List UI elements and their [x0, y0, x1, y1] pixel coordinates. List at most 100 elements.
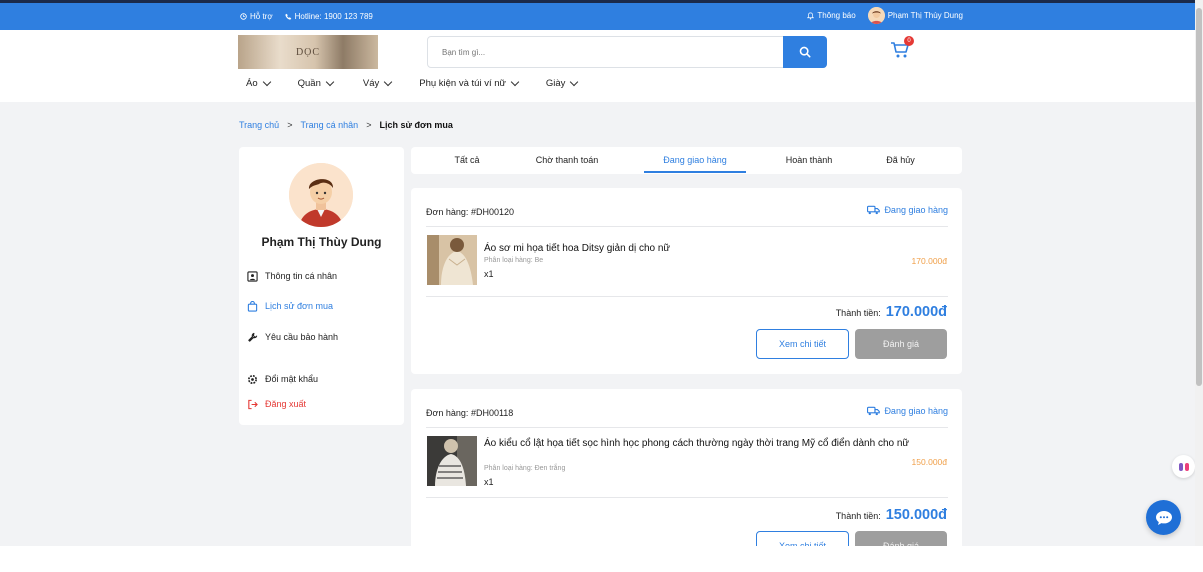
support-link[interactable]: Hỗ trợ: [240, 12, 273, 21]
breadcrumb-home[interactable]: Trang chủ: [239, 120, 279, 130]
breadcrumb: Trang chủ > Trang cá nhân > Lịch sử đơn …: [239, 120, 453, 130]
active-tab-indicator: [644, 171, 746, 173]
id-card-icon: [247, 270, 258, 282]
order-card: Đơn hàng: #DH00118 Đang giao hàng Áo kiể…: [411, 389, 962, 561]
hotline-link[interactable]: Hotline: 1900 123 789: [284, 12, 373, 21]
product-quantity: x1: [484, 477, 494, 487]
scrollbar-thumb[interactable]: [1196, 8, 1202, 386]
order-total: Thành tiền: 150.000đ: [836, 507, 947, 523]
product-variant: Phân loại hàng: Be: [484, 257, 544, 264]
order-status-label: Đang giao hàng: [884, 406, 948, 416]
product-price: 170.000đ: [911, 256, 947, 266]
breadcrumb-separator: >: [366, 120, 372, 130]
breadcrumb-profile[interactable]: Trang cá nhân: [300, 120, 358, 130]
divider: [426, 427, 948, 428]
breadcrumb-current: Lịch sử đơn mua: [379, 120, 453, 130]
support-label: Hỗ trợ: [250, 12, 273, 21]
avatar: [867, 7, 885, 24]
nav-item-giay[interactable]: Giày: [545, 77, 579, 89]
chat-button[interactable]: [1146, 500, 1181, 535]
search-button[interactable]: [783, 36, 827, 68]
nav-item-label: Giày: [545, 78, 566, 89]
clock-icon: [240, 13, 247, 20]
chevron-down-icon: [510, 77, 520, 87]
page: Hỗ trợ Hotline: 1900 123 789 Thông báo P…: [0, 0, 1203, 572]
tab-cancelled[interactable]: Đã hủy: [873, 155, 928, 165]
truck-icon: [867, 205, 881, 215]
hotline-label: Hotline: 1900 123 789: [294, 12, 373, 21]
nav-item-label: Áo: [246, 78, 258, 89]
sidebar-item-order-history[interactable]: Lịch sử đơn mua: [247, 299, 333, 313]
notifications-link[interactable]: Thông báo: [807, 11, 856, 20]
chevron-down-icon: [570, 77, 579, 87]
product-image[interactable]: [427, 436, 477, 486]
product-name[interactable]: Áo sơ mi họa tiết hoa Ditsy giản dị cho …: [484, 243, 670, 254]
nav-item-label: Quần: [297, 78, 321, 89]
total-value: 170.000đ: [885, 304, 947, 320]
breadcrumb-separator: >: [287, 120, 293, 130]
shopping-bag-icon: [247, 300, 258, 312]
tab-shipping[interactable]: Đang giao hàng: [644, 155, 746, 165]
order-status-tabs: Tất cả Chờ thanh toán Đang giao hàng Hoà…: [411, 147, 962, 174]
sidebar-item-label: Lịch sử đơn mua: [265, 301, 333, 311]
rate-button[interactable]: Đánh giá: [855, 329, 947, 359]
tab-awaiting-payment[interactable]: Chờ thanh toán: [521, 155, 613, 165]
wrench-icon: [247, 332, 258, 343]
nav-item-ao[interactable]: Áo: [246, 77, 271, 89]
main-nav: Áo Quần Váy Phụ kiện và túi ví nữ Giày: [246, 77, 605, 89]
top-bar: Hỗ trợ Hotline: 1900 123 789 Thông báo P…: [0, 0, 1195, 30]
account-sidebar: Phạm Thị Thùy Dung Thông tin cá nhân Lịc…: [239, 147, 404, 425]
user-menu[interactable]: Phạm Thị Thùy Dung: [867, 7, 963, 24]
bottom-strip: [0, 546, 1203, 572]
logo-text: DỌC: [295, 46, 321, 58]
nav-item-vay[interactable]: Váy: [362, 77, 393, 89]
total-value: 150.000đ: [885, 507, 947, 523]
sidebar-item-logout[interactable]: Đăng xuất: [247, 397, 306, 411]
tab-all[interactable]: Tất cả: [442, 155, 492, 165]
total-label: Thành tiền:: [835, 308, 881, 318]
chevron-down-icon: [325, 77, 335, 87]
logo[interactable]: DỌC: [238, 35, 378, 69]
header: DỌC 0 Áo Quần Váy Phụ kiện và túi ví nữ …: [0, 30, 1195, 102]
scrollbar[interactable]: [1195, 0, 1203, 546]
product-quantity: x1: [484, 269, 494, 279]
view-detail-button[interactable]: Xem chi tiết: [756, 329, 849, 359]
chevron-down-icon: [384, 77, 393, 87]
sidebar-item-label: Yêu cầu bảo hành: [265, 332, 339, 342]
profile-avatar: [289, 163, 353, 227]
order-label: Đơn hàng:: [426, 408, 469, 418]
order-id: #DH00118: [470, 408, 514, 418]
sidebar-item-label: Đổi mật khẩu: [265, 374, 319, 384]
nav-item-label: Váy: [362, 78, 380, 89]
sidebar-item-warranty[interactable]: Yêu cầu bảo hành: [247, 330, 338, 344]
bell-icon: [807, 11, 815, 19]
search-input[interactable]: [428, 37, 784, 67]
cart-button[interactable]: 0: [890, 36, 914, 62]
chat-icon: [1155, 510, 1172, 525]
product-name[interactable]: Áo kiểu cổ lật họa tiết sọc hình học pho…: [484, 438, 924, 449]
sidebar-item-profile-info[interactable]: Thông tin cá nhân: [247, 269, 337, 283]
order-card: Đơn hàng: #DH00120 Đang giao hàng Áo sơ …: [411, 188, 962, 374]
product-variant: Phân loại hàng: Đen trắng: [484, 465, 566, 472]
sidebar-item-label: Thông tin cá nhân: [265, 271, 338, 281]
order-number: Đơn hàng: #DH00120: [426, 207, 514, 217]
phone-icon: [284, 13, 291, 20]
extension-icon: [1178, 462, 1189, 471]
sidebar-item-change-password[interactable]: Đổi mật khẩu: [247, 372, 318, 386]
tab-completed[interactable]: Hoàn thành: [769, 155, 849, 165]
order-status: Đang giao hàng: [867, 406, 948, 416]
order-status: Đang giao hàng: [867, 205, 948, 215]
product-image[interactable]: [427, 235, 477, 285]
cart-badge: 0: [904, 36, 914, 46]
divider: [426, 296, 948, 297]
order-label: Đơn hàng:: [426, 207, 469, 217]
product-price: 150.000đ: [911, 457, 947, 467]
sidebar-item-label: Đăng xuất: [265, 399, 307, 409]
total-label: Thành tiền:: [835, 511, 881, 521]
profile-name: Phạm Thị Thùy Dung: [261, 235, 382, 249]
gear-icon: [247, 374, 258, 385]
nav-item-phu-kien[interactable]: Phụ kiện và túi ví nữ: [419, 77, 520, 89]
search-icon: [799, 46, 811, 58]
extension-widget[interactable]: [1172, 455, 1195, 478]
nav-item-quan[interactable]: Quần: [297, 77, 335, 89]
